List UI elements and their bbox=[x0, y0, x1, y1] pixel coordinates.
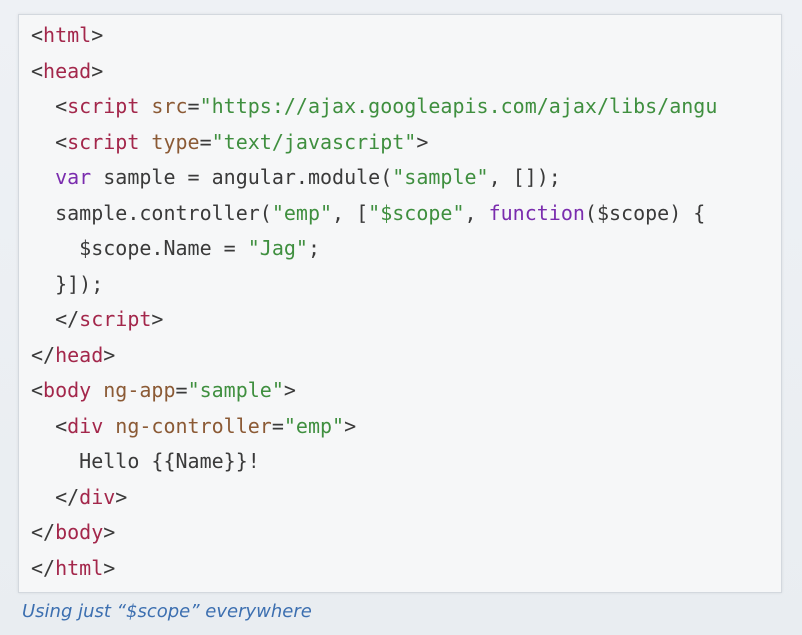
code-token-punct: < bbox=[31, 94, 68, 118]
code-line: </script> bbox=[31, 307, 163, 331]
code-token-plain: sample.controller( bbox=[31, 200, 272, 225]
code-line: <script src="https://ajax.googleapis.com… bbox=[31, 94, 717, 118]
code-line: sample.controller("emp", ["$scope", func… bbox=[31, 201, 705, 225]
code-line: </html> bbox=[31, 556, 115, 580]
code-token-punct: </ bbox=[31, 520, 56, 544]
slide: <html> <head> <script src="https://ajax.g… bbox=[0, 0, 802, 635]
code-token-punct: < bbox=[31, 413, 68, 438]
code-token-string: "Jag" bbox=[247, 236, 308, 260]
code-token-punct: </ bbox=[31, 307, 80, 331]
code-token-punct: = bbox=[199, 129, 212, 154]
code-token-punct: > bbox=[91, 58, 104, 83]
code-token-tag: head bbox=[55, 342, 104, 367]
code-token-punct: > bbox=[151, 307, 164, 331]
code-token-punct: </ bbox=[31, 484, 80, 509]
code-token-tag: script bbox=[67, 94, 140, 118]
code-token-plain: sample = angular.module( bbox=[91, 165, 393, 189]
code-token-string: "emp" bbox=[271, 200, 333, 225]
code-token-string: "sample" bbox=[392, 165, 489, 189]
code-line: <head> bbox=[31, 59, 103, 83]
code-token-attr: ng-app bbox=[103, 378, 176, 402]
code-token-tag: head bbox=[43, 58, 92, 83]
code-token-tag: body bbox=[43, 378, 92, 402]
code-token-plain: ($scope) { bbox=[584, 200, 706, 225]
code-token-punct: < bbox=[31, 129, 68, 154]
code-token-plain: ; bbox=[307, 236, 321, 260]
code-token-tag: script bbox=[79, 307, 152, 331]
code-token-tag: div bbox=[79, 484, 116, 509]
code-token-punct: = bbox=[175, 378, 188, 402]
code-token-keyword: var bbox=[55, 165, 92, 189]
code-token-punct: = bbox=[187, 94, 200, 118]
code-token-punct: > bbox=[103, 555, 116, 580]
code-token-plain: , [ bbox=[332, 200, 369, 225]
code-line: var sample = angular.module("sample", []… bbox=[31, 165, 561, 189]
code-token-string: "sample" bbox=[187, 378, 284, 402]
code-token-punct: > bbox=[416, 129, 429, 154]
code-token-punct: > bbox=[283, 378, 296, 402]
code-line: <html> bbox=[31, 23, 103, 47]
code-token-punct: < bbox=[31, 23, 44, 47]
code-line: </div> bbox=[31, 485, 127, 509]
code-line: <body ng-app="sample"> bbox=[31, 378, 296, 402]
code-token-string: "emp" bbox=[283, 413, 345, 438]
code-token-tag: html bbox=[55, 555, 104, 580]
code-token-tag: div bbox=[67, 413, 104, 438]
code-token-plain: , []); bbox=[488, 165, 561, 189]
code-token-tag: script bbox=[67, 129, 140, 154]
code-panel: <html> <head> <script src="https://ajax.g… bbox=[18, 14, 782, 593]
code-token-punct: < bbox=[31, 378, 44, 402]
code-token-string: "$scope" bbox=[368, 200, 465, 225]
code-line: </body> bbox=[31, 520, 115, 544]
code-token-punct: = bbox=[271, 413, 284, 438]
code-token-string: "text/javascript" bbox=[211, 129, 417, 154]
slide-caption: Using just “$scope” everywhere bbox=[22, 601, 312, 622]
code-token-punct: </ bbox=[31, 342, 56, 367]
code-token-attr: type bbox=[151, 129, 200, 154]
code-token-tag: body bbox=[55, 520, 104, 544]
code-token-plain: $scope.Name = bbox=[31, 236, 248, 260]
code-token-keyword: function bbox=[488, 200, 585, 225]
code-token-plain: }]); bbox=[31, 271, 104, 296]
code-line: <div ng-controller="emp"> bbox=[31, 414, 356, 438]
code-token-plain: , bbox=[464, 200, 489, 225]
code-token-punct: > bbox=[344, 413, 357, 438]
code-token-punct: </ bbox=[31, 555, 56, 580]
code-token-punct: > bbox=[91, 23, 104, 47]
code-token-punct: > bbox=[115, 484, 128, 509]
code-line: <script type="text/javascript"> bbox=[31, 130, 428, 154]
code-token-punct: > bbox=[103, 520, 116, 544]
code-token-attr: src bbox=[151, 94, 188, 118]
code-token-string: "https://ajax.googleapis.com/ajax/libs/a… bbox=[199, 94, 718, 118]
code-token-tag: html bbox=[43, 23, 92, 47]
code-token-punct: < bbox=[31, 58, 44, 83]
code-line: }]); bbox=[31, 272, 103, 296]
code-line: </head> bbox=[31, 343, 115, 367]
code-line: Hello {{Name}}! bbox=[31, 449, 260, 473]
code-token-attr: ng-controller bbox=[115, 413, 272, 438]
code-token-punct: > bbox=[103, 342, 116, 367]
code-token-plain: Hello {{Name}}! bbox=[31, 449, 260, 473]
code-line: $scope.Name = "Jag"; bbox=[31, 236, 320, 260]
